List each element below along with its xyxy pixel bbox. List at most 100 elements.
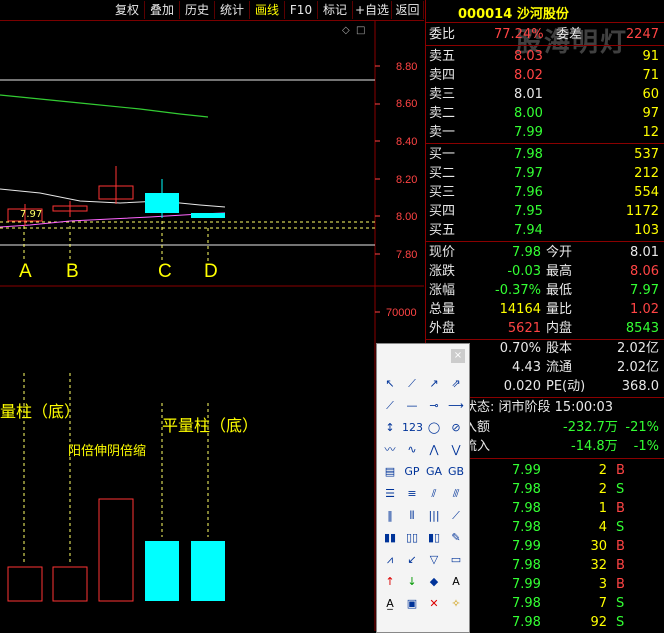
cursor-tool-icon[interactable]: ↖ bbox=[380, 374, 400, 394]
ask-row[interactable]: 卖二 8.00 97 bbox=[426, 104, 664, 123]
price-tick: 8.80 bbox=[396, 61, 417, 73]
bid-row[interactable]: 买四 7.95 1172 bbox=[426, 202, 664, 221]
bar-pattern2-icon[interactable]: ▯▯ bbox=[402, 528, 422, 548]
horizontal-segment-icon[interactable]: ⊸ bbox=[424, 396, 444, 416]
wave-icon[interactable]: ∿ bbox=[402, 440, 422, 460]
speed-lines-icon[interactable]: ⫻ bbox=[446, 484, 466, 504]
stock-title[interactable]: 000014 沙河股份 bbox=[458, 3, 569, 22]
point-label: C bbox=[158, 261, 172, 282]
volume-bar bbox=[191, 541, 225, 601]
vertical-line-icon[interactable]: ↕ bbox=[380, 418, 400, 438]
restore-rights-button[interactable]: 复权 bbox=[110, 1, 145, 19]
gann-box-icon[interactable]: GB bbox=[446, 462, 466, 482]
ask-row[interactable]: 卖五 8.03 91 bbox=[426, 47, 664, 66]
ma-line-green bbox=[0, 94, 209, 118]
line-segment-icon[interactable]: ⟋ bbox=[402, 374, 422, 394]
horizontal-line-icon[interactable]: — bbox=[402, 396, 422, 416]
channel-icon[interactable]: ▤ bbox=[380, 462, 400, 482]
fib-time-icon[interactable]: ||| bbox=[424, 506, 444, 526]
annotation-right: 平量柱（底） bbox=[162, 416, 258, 435]
f10-button[interactable]: F10 bbox=[285, 1, 318, 19]
brush-icon[interactable]: ✧ bbox=[446, 594, 466, 614]
triangle-icon[interactable]: ▽ bbox=[424, 550, 444, 570]
diamond-icon[interactable]: ◇ bbox=[342, 25, 350, 36]
extended-line-icon[interactable]: ⟋ bbox=[380, 396, 400, 416]
candle-d bbox=[191, 213, 225, 218]
kline-svg: ◇ □ 8.80 8.60 8.40 8.20 8.00 7.80 70000 bbox=[0, 21, 424, 631]
point-label: B bbox=[66, 261, 79, 282]
down-arrow-icon[interactable]: ↙ bbox=[402, 550, 422, 570]
arrow-line-icon[interactable]: ⇗ bbox=[446, 374, 466, 394]
mark-button[interactable]: 标记 bbox=[318, 1, 353, 19]
overlay-button[interactable]: 叠加 bbox=[145, 1, 180, 19]
ma-line-white bbox=[0, 188, 226, 208]
price-tick: 8.40 bbox=[396, 136, 417, 148]
price-tick: 8.20 bbox=[396, 174, 417, 186]
annotation-mid: 阳倍伸阴倍缩 bbox=[68, 443, 146, 459]
down-marker-icon[interactable]: ↓ bbox=[402, 572, 422, 592]
price-tick: 8.00 bbox=[396, 211, 417, 223]
stock-code: 000014 bbox=[458, 7, 513, 22]
cycle-lines-icon[interactable]: ‖ bbox=[380, 506, 400, 526]
fan-icon[interactable]: ⩘ bbox=[380, 550, 400, 570]
close-icon[interactable]: × bbox=[451, 349, 465, 363]
drawing-tools-palette[interactable]: × ↖ ⟋ ↗ ⇗ ⟋ — ⊸ ⟶ ↕ 123 ◯ ⊘ 〰 ∿ ⋀ ⋁ ▤ GP… bbox=[376, 343, 470, 633]
weibi-row: 委比 77.24% 委差 2247 bbox=[429, 27, 659, 42]
gann-angle-icon[interactable]: GA bbox=[424, 462, 444, 482]
point-label: A bbox=[19, 261, 32, 282]
diamond-marker-icon[interactable]: ◆ bbox=[424, 572, 444, 592]
price-tick: 7.80 bbox=[396, 249, 417, 261]
palette-titlebar[interactable]: × bbox=[377, 344, 469, 366]
volume-bar bbox=[145, 541, 179, 601]
volume-bar bbox=[52, 566, 88, 602]
delete-icon[interactable]: ✕ bbox=[424, 594, 444, 614]
add-watchlist-button[interactable]: +自选 bbox=[353, 1, 392, 19]
bar-pattern3-icon[interactable]: ▮▯ bbox=[424, 528, 444, 548]
candle-c bbox=[145, 193, 179, 213]
last-price-label: 7.97 bbox=[20, 209, 42, 220]
price-tick: 8.60 bbox=[396, 98, 417, 110]
stock-name: 沙河股份 bbox=[516, 7, 569, 22]
pattern-icon[interactable]: ⋀ bbox=[424, 440, 444, 460]
ray-line-icon[interactable]: ↗ bbox=[424, 374, 444, 394]
pattern2-icon[interactable]: ⋁ bbox=[446, 440, 466, 460]
text-tool-icon[interactable]: A bbox=[446, 572, 466, 592]
up-arrow-icon[interactable]: ↑ bbox=[380, 572, 400, 592]
circle-tool-icon[interactable]: ◯ bbox=[424, 418, 444, 438]
bid-row[interactable]: 买三 7.96 554 bbox=[426, 183, 664, 202]
bid-row[interactable]: 买一 7.98 537 bbox=[426, 145, 664, 164]
regression-icon[interactable]: ⟋ bbox=[446, 506, 466, 526]
ask-row[interactable]: 卖三 8.01 60 bbox=[426, 85, 664, 104]
chart-toolbar: 复权 叠加 历史 统计 画线 F10 标记 +自选 返回 bbox=[0, 0, 424, 21]
horizontal-ray-icon[interactable]: ⟶ bbox=[446, 396, 466, 416]
ask-row[interactable]: 卖一 7.99 12 bbox=[426, 123, 664, 142]
volume-bars bbox=[7, 498, 225, 602]
bid-row[interactable]: 买五 7.94 103 bbox=[426, 221, 664, 240]
volume-bar bbox=[98, 498, 134, 602]
zigzag-icon[interactable]: 〰 bbox=[380, 440, 400, 460]
copy-icon[interactable]: ▣ bbox=[402, 594, 422, 614]
fib-lines-icon[interactable]: ≡ bbox=[402, 484, 422, 504]
gann-icon[interactable]: GP bbox=[402, 462, 422, 482]
bar-pattern-icon[interactable]: ▮▮ bbox=[380, 528, 400, 548]
rectangle-icon[interactable]: ▭ bbox=[446, 550, 466, 570]
kline-chart[interactable]: ◇ □ 8.80 8.60 8.40 8.20 8.00 7.80 70000 bbox=[0, 21, 424, 631]
statistics-button[interactable]: 统计 bbox=[215, 1, 250, 19]
draw-line-button[interactable]: 画线 bbox=[250, 1, 285, 19]
bid-row[interactable]: 买二 7.97 212 bbox=[426, 164, 664, 183]
stat-row: 涨跌 -0.03 最高 8.06 bbox=[429, 264, 659, 279]
back-button[interactable]: 返回 bbox=[392, 1, 424, 19]
text-style-icon[interactable]: A̲ bbox=[380, 594, 400, 614]
fan-lines-icon[interactable]: ⫽ bbox=[424, 484, 444, 504]
volume-bar bbox=[7, 566, 43, 602]
stat-row: 外盘 5621 内盘 8543 bbox=[429, 321, 659, 336]
stat-row: 现价 7.98 今开 8.01 bbox=[429, 245, 659, 260]
ask-row[interactable]: 卖四 8.02 71 bbox=[426, 66, 664, 85]
pencil-icon[interactable]: ✎ bbox=[446, 528, 466, 548]
square-icon[interactable]: □ bbox=[356, 25, 365, 36]
parallel-lines-icon[interactable]: ☰ bbox=[380, 484, 400, 504]
time-zones-icon[interactable]: ⦀ bbox=[402, 506, 422, 526]
count-tool-icon[interactable]: 123 bbox=[402, 418, 423, 438]
ellipse-tool-icon[interactable]: ⊘ bbox=[446, 418, 466, 438]
history-button[interactable]: 历史 bbox=[180, 1, 215, 19]
